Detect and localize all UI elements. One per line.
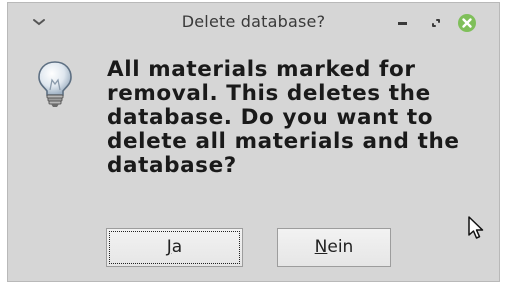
titlebar[interactable]: Delete database? [8,3,499,45]
focus-ring [109,231,240,264]
no-button-label: ein [327,237,354,257]
dialog-window: Delete database? All materials marked fo [7,2,500,282]
maximize-icon[interactable] [425,12,447,34]
yes-button[interactable]: Ja [106,228,243,267]
no-button-accelerator: N [314,237,328,257]
minimize-icon[interactable] [392,12,414,34]
no-button[interactable]: Nein [277,228,391,267]
lightbulb-icon [38,61,72,107]
mouse-pointer-icon [468,216,484,239]
dialog-message: All materials marked for removal. This d… [107,57,460,178]
close-icon[interactable] [456,12,478,34]
